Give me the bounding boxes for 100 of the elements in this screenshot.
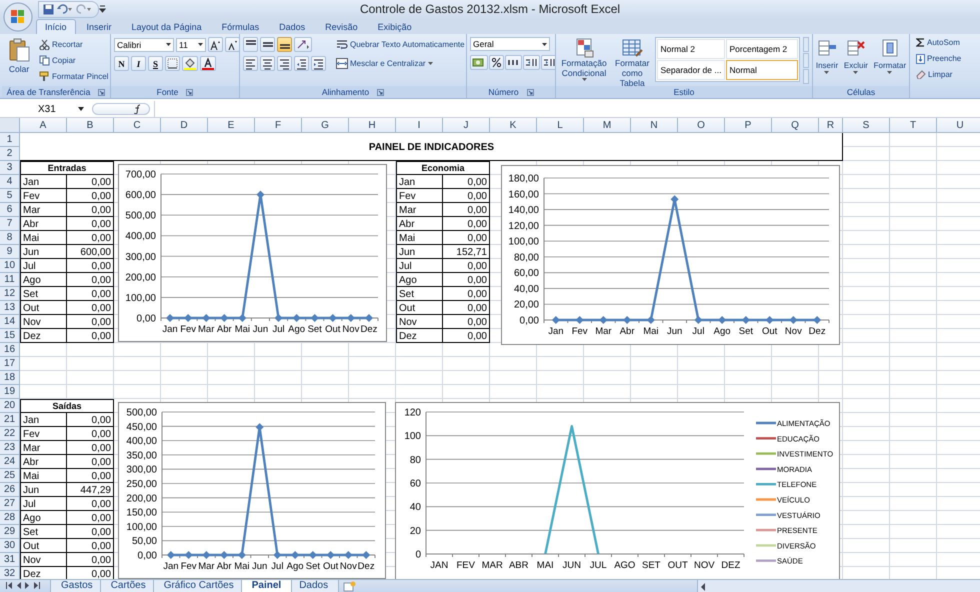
column-header[interactable]: F xyxy=(255,118,302,133)
column-header[interactable]: N xyxy=(631,118,678,133)
name-box[interactable]: X31 xyxy=(2,102,88,116)
thousands-button[interactable] xyxy=(505,55,522,70)
cell-style-option[interactable]: Porcentagem 2 xyxy=(726,39,798,59)
increase-indent-button[interactable] xyxy=(311,56,326,71)
percent-button[interactable] xyxy=(489,55,504,70)
column-header[interactable]: K xyxy=(490,118,537,133)
undo-icon[interactable] xyxy=(57,4,73,14)
row-header[interactable]: 13 xyxy=(0,301,20,315)
column-header[interactable]: C xyxy=(114,118,161,133)
fill-color-button[interactable] xyxy=(182,56,198,71)
row-header[interactable]: 30 xyxy=(0,539,20,553)
column-header[interactable]: E xyxy=(208,118,255,133)
column-header[interactable]: T xyxy=(890,118,937,133)
row-header[interactable]: 7 xyxy=(0,217,20,231)
column-header[interactable]: I xyxy=(396,118,443,133)
row-header[interactable]: 27 xyxy=(0,497,20,511)
column-header[interactable]: B xyxy=(67,118,114,133)
cells-button[interactable]: Excluir xyxy=(842,37,869,86)
row-header[interactable]: 24 xyxy=(0,455,20,469)
ribbon-button[interactable]: Recortar xyxy=(36,37,110,52)
row-header[interactable]: 25 xyxy=(0,469,20,483)
vertical-align-button[interactable] xyxy=(260,37,275,52)
cells-button[interactable]: Formatar xyxy=(872,37,908,86)
column-header[interactable]: H xyxy=(349,118,396,133)
row-header[interactable]: 8 xyxy=(0,231,20,245)
row-header[interactable]: 20 xyxy=(0,399,20,413)
row-header[interactable]: 16 xyxy=(0,343,20,357)
row-header[interactable]: 23 xyxy=(0,441,20,455)
font-style-button[interactable]: I xyxy=(131,56,146,71)
row-header[interactable]: 4 xyxy=(0,175,20,189)
paste-button[interactable]: Colar xyxy=(5,37,33,86)
ribbon-tab[interactable]: Exibição xyxy=(368,19,421,34)
ribbon-tab[interactable]: Início xyxy=(36,19,76,34)
dialog-launcher-icon[interactable] xyxy=(186,88,194,96)
row-header[interactable]: 29 xyxy=(0,525,20,539)
ribbon-button[interactable]: AutoSom xyxy=(913,35,964,50)
row-header[interactable]: 6 xyxy=(0,203,20,217)
column-header[interactable]: L xyxy=(537,118,584,133)
row-header[interactable]: 1 xyxy=(0,133,20,147)
row-header[interactable]: 15 xyxy=(0,329,20,343)
customize-icon[interactable] xyxy=(99,5,106,13)
ribbon-tab[interactable]: Dados xyxy=(270,19,314,34)
dialog-launcher-icon[interactable] xyxy=(526,88,534,96)
next-sheet-icon[interactable] xyxy=(25,582,30,589)
font-color-button[interactable] xyxy=(200,56,216,71)
conditional-format-button[interactable]: Formatação Condicional xyxy=(559,37,609,86)
decrease-decimal-button[interactable] xyxy=(541,55,555,70)
row-header[interactable]: 12 xyxy=(0,287,20,301)
row-header[interactable]: 17 xyxy=(0,357,20,371)
merge-center-button[interactable]: Mesclar e Centralizar xyxy=(333,56,466,71)
shrink-font-button[interactable] xyxy=(225,37,239,52)
decrease-indent-button[interactable] xyxy=(294,56,309,71)
row-header[interactable]: 28 xyxy=(0,511,20,525)
row-header[interactable]: 19 xyxy=(0,385,20,399)
row-header[interactable]: 5 xyxy=(0,189,20,203)
row-header[interactable]: 10 xyxy=(0,259,20,273)
font-size-field[interactable]: 11 xyxy=(176,38,206,52)
insert-function-button[interactable] xyxy=(92,103,150,115)
cell-style-option[interactable]: Normal xyxy=(726,60,798,80)
column-header[interactable]: R xyxy=(819,118,843,133)
sheet-tab[interactable]: Painel xyxy=(240,580,292,592)
border-button[interactable] xyxy=(165,56,180,71)
font-style-button[interactable]: N xyxy=(114,56,129,71)
horizontal-scrollbar[interactable] xyxy=(697,580,980,592)
font-style-button[interactable]: S xyxy=(148,56,163,71)
row-header[interactable]: 3 xyxy=(0,161,20,175)
row-header[interactable]: 31 xyxy=(0,553,20,567)
align-left-button[interactable] xyxy=(243,56,258,71)
column-header[interactable]: J xyxy=(443,118,490,133)
previous-sheet-icon[interactable] xyxy=(16,582,21,589)
column-header[interactable]: P xyxy=(725,118,772,133)
column-header[interactable]: A xyxy=(20,118,67,133)
ribbon-button[interactable]: Copiar xyxy=(36,53,110,68)
ribbon-tab[interactable]: Inserir xyxy=(78,19,121,34)
column-header[interactable]: Q xyxy=(772,118,819,133)
dialog-launcher-icon[interactable] xyxy=(98,88,106,96)
save-icon[interactable] xyxy=(43,4,54,14)
ribbon-button[interactable]: Limpar xyxy=(913,67,964,82)
ribbon-button[interactable]: Preenche xyxy=(913,51,964,66)
row-header[interactable]: 32 xyxy=(0,567,20,579)
column-header[interactable]: G xyxy=(302,118,349,133)
cells-button[interactable]: Inserir xyxy=(814,37,840,86)
vertical-align-button[interactable] xyxy=(277,37,292,52)
row-header[interactable]: 2 xyxy=(0,147,20,161)
row-header[interactable]: 9 xyxy=(0,245,20,259)
last-sheet-icon[interactable] xyxy=(34,582,40,589)
insert-sheet-icon[interactable] xyxy=(343,581,358,592)
column-header[interactable]: S xyxy=(843,118,890,133)
align-right-button[interactable] xyxy=(277,56,292,71)
font-name-field[interactable]: Calibri xyxy=(114,38,174,52)
increase-decimal-button[interactable] xyxy=(523,55,540,70)
row-header[interactable]: 22 xyxy=(0,427,20,441)
column-header[interactable]: D xyxy=(161,118,208,133)
grow-font-button[interactable] xyxy=(208,37,223,52)
column-header[interactable]: M xyxy=(584,118,631,133)
cell-style-option[interactable]: Normal 2 xyxy=(657,39,726,59)
ribbon-button[interactable]: Formatar Pincel xyxy=(36,69,110,84)
row-header[interactable]: 21 xyxy=(0,413,20,427)
